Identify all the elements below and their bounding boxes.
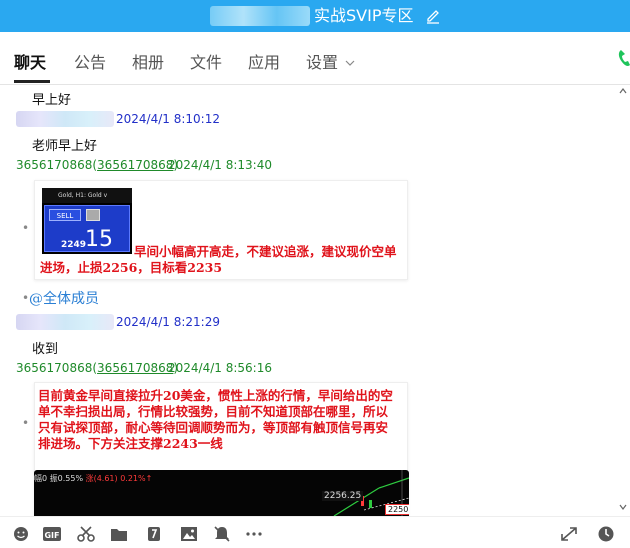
sender-id-link[interactable]: 3656170868 — [97, 158, 173, 172]
sender-id-link[interactable]: 3656170868 — [97, 361, 173, 375]
message-text: 老师早上好 — [32, 139, 98, 154]
message-timestamp: 2024/4/1 8:13:40 — [168, 158, 272, 172]
chart-price-label: 2256.25 — [322, 491, 364, 501]
message-timestamp: 2024/4/1 8:21:29 — [116, 315, 220, 329]
emoji-icon[interactable] — [12, 526, 30, 542]
phone-icon[interactable] — [617, 48, 630, 68]
more-icon[interactable] — [245, 526, 263, 542]
message-text: 收到 — [32, 342, 59, 357]
tab-notice[interactable]: 公告 — [74, 52, 106, 74]
bullet-dot: • — [22, 416, 30, 430]
message-alert-text: 早间小幅高开高走，不建议追涨，建议现价空单进场，止损2256，目标看2235 — [40, 244, 397, 275]
chevron-down-icon[interactable] — [345, 59, 355, 67]
mention-all[interactable]: @全体成员 — [29, 288, 99, 308]
dropdown-icon — [86, 209, 100, 221]
message-timestamp: 2024/4/1 8:56:16 — [168, 361, 272, 375]
image-icon[interactable] — [180, 526, 198, 542]
input-toolbar: GIF — [0, 516, 630, 548]
scroll-up-icon[interactable] — [619, 88, 627, 94]
tab-chat[interactable]: 聊天 — [14, 52, 46, 74]
gif-icon[interactable]: GIF — [43, 526, 61, 542]
expand-icon[interactable] — [560, 526, 578, 542]
window-title: 实战SVIP专区 — [314, 6, 414, 25]
message-timestamp: 2024/4/1 8:10:12 — [116, 112, 220, 126]
mute-icon[interactable] — [213, 526, 231, 542]
tab-settings[interactable]: 设置 — [306, 52, 338, 74]
blurred-sender-name — [16, 314, 114, 330]
blurred-group-avatar-name — [210, 6, 310, 26]
active-tab-underline — [14, 80, 50, 83]
tab-files[interactable]: 文件 — [190, 52, 222, 74]
edit-title-icon[interactable] — [425, 6, 441, 24]
scroll-down-icon[interactable] — [619, 504, 627, 510]
title-bar: 实战SVIP专区 — [0, 0, 630, 32]
shake-icon[interactable] — [145, 526, 163, 542]
scrollbar[interactable] — [616, 86, 630, 516]
chart-price-tag: 2250.3 — [385, 504, 409, 515]
tab-album[interactable]: 相册 — [132, 52, 164, 74]
tab-apps[interactable]: 应用 — [248, 52, 280, 74]
sender-name[interactable]: 3656170868(3656170868) — [16, 158, 178, 172]
tab-bar: 聊天 公告 相册 文件 应用 设置 — [0, 32, 630, 85]
widget-header: Gold, H1: Gold v — [42, 188, 132, 203]
sender-name[interactable]: 3656170868(3656170868) — [16, 361, 178, 375]
chart-image[interactable]: 幅0 振0.55% 涨(4.61) 0.21%↑ 2256.25 2250.3 — [34, 470, 409, 516]
svg-text:GIF: GIF — [44, 531, 59, 540]
sell-button: SELL — [49, 209, 81, 221]
message-text: 早上好 — [32, 93, 72, 108]
chat-area[interactable]: 早上好 2024/4/1 8:10:12 老师早上好 3656170868(36… — [0, 86, 616, 516]
message-alert-text: 目前黄金早间直接拉升20美金，惯性上涨的行情，早间给出的空单不幸扫损出局，行情比… — [38, 388, 393, 451]
scissors-icon[interactable] — [77, 526, 95, 542]
history-icon[interactable] — [597, 526, 615, 542]
blurred-sender-name — [16, 111, 114, 127]
bullet-dot: • — [22, 221, 30, 235]
folder-icon[interactable] — [110, 526, 128, 542]
